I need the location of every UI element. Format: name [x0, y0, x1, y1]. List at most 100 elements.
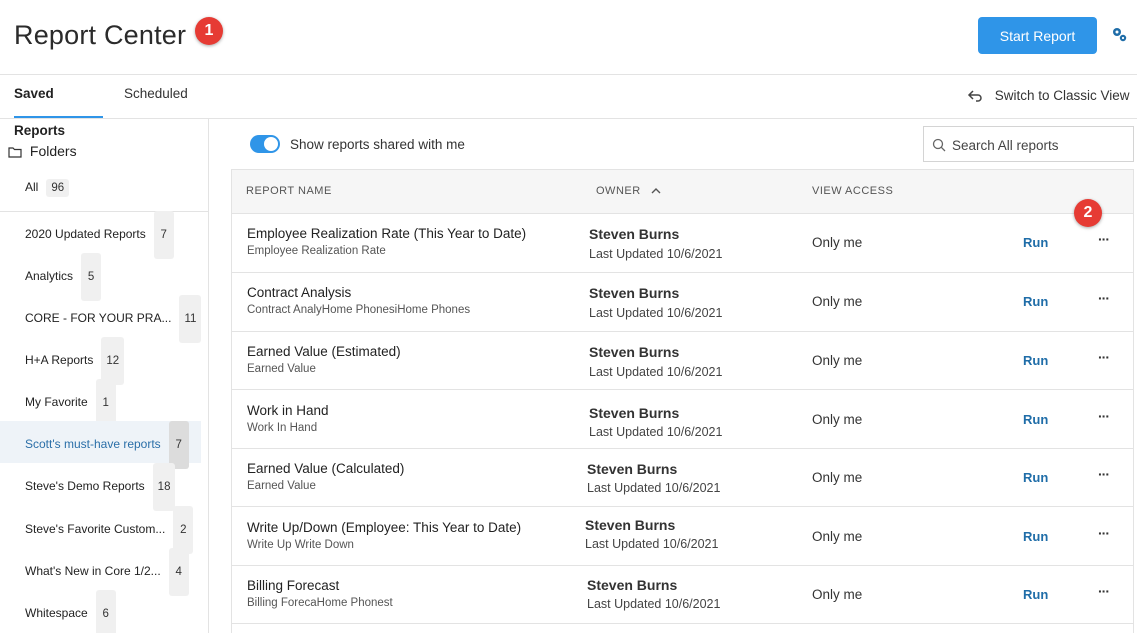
column-header-report-name[interactable]: REPORT NAME: [246, 185, 332, 197]
report-last-updated: Last Updated 10/6/2021: [589, 365, 723, 379]
report-view-access: Only me: [812, 353, 863, 368]
toggle-knob: [264, 137, 278, 151]
switch-to-classic-view-link[interactable]: Switch to Classic View: [967, 88, 1130, 103]
table-row[interactable]: Earned Value (Estimated) Earned Value St…: [232, 332, 1133, 390]
callout-badge-2: 2: [1074, 199, 1102, 227]
report-subtitle: Employee Realization Rate: [247, 245, 386, 257]
switch-view-label: Switch to Classic View: [994, 88, 1130, 103]
undo-arrow-icon: [967, 88, 995, 103]
folder-item[interactable]: CORE - FOR YOUR PRA... 11: [0, 295, 202, 343]
report-owner: Steven Burns: [589, 226, 680, 242]
report-subtitle: Billing ForecaHome Phonest: [247, 597, 393, 609]
run-button[interactable]: Run: [1023, 294, 1048, 309]
show-shared-toggle[interactable]: [250, 135, 280, 153]
reports-table: REPORT NAME OWNER VIEW ACCESS Employee R…: [231, 169, 1134, 633]
folder-count: 4: [168, 548, 189, 596]
folder-label: Analytics: [25, 269, 74, 283]
folder-count: 1: [95, 379, 116, 427]
owner-header-label: OWNER: [596, 185, 641, 197]
folder-all[interactable]: All 96: [25, 179, 70, 197]
more-options-icon[interactable]: ···: [1098, 466, 1110, 482]
folder-label: Steve's Demo Reports: [25, 479, 145, 493]
run-button[interactable]: Run: [1023, 470, 1048, 485]
more-options-icon[interactable]: ···: [1098, 290, 1110, 306]
folder-label: Scott's must-have reports: [25, 437, 161, 451]
folder-item[interactable]: H+A Reports 12: [0, 337, 201, 385]
report-name[interactable]: Billing Forecast: [247, 578, 339, 593]
page-title: Report Center: [14, 20, 187, 50]
folder-item[interactable]: My Favorite 1: [0, 379, 201, 427]
page-header: Report Center 1 Start Report: [0, 0, 1137, 75]
folder-label: H+A Reports: [25, 353, 94, 367]
show-shared-label: Show reports shared with me: [290, 137, 465, 152]
report-subtitle: Earned Value: [247, 480, 316, 492]
sort-ascending-icon: [641, 185, 661, 197]
start-report-button[interactable]: Start Report: [978, 17, 1097, 54]
table-row[interactable]: Contract Analysis Contract AnalyHome Pho…: [232, 273, 1133, 332]
report-view-access: Only me: [812, 470, 863, 485]
table-row[interactable]: Write Up/Down (Employee: This Year to Da…: [232, 507, 1133, 566]
folder-count: 96: [46, 179, 70, 197]
table-row[interactable]: Work in Hand Work In Hand Steven Burns L…: [232, 390, 1133, 449]
folder-item-selected[interactable]: Scott's must-have reports 7: [0, 421, 201, 469]
more-options-icon[interactable]: ···: [1098, 231, 1110, 247]
folder-label: Steve's Favorite Custom...: [25, 522, 166, 536]
folder-count: 2: [173, 506, 194, 554]
folder-item[interactable]: Whitespace 6: [0, 590, 201, 633]
report-view-access: Only me: [812, 587, 863, 602]
table-row[interactable]: Billing Forecast Billing ForecaHome Phon…: [232, 566, 1133, 624]
report-name[interactable]: Write Up/Down (Employee: This Year to Da…: [247, 520, 521, 535]
more-options-icon[interactable]: ···: [1098, 349, 1110, 365]
report-name[interactable]: Earned Value (Estimated): [247, 344, 401, 359]
gear-icon[interactable]: [1110, 26, 1128, 44]
tab-bar: Saved Reports Scheduled Switch to Classi…: [0, 75, 1137, 138]
more-options-icon[interactable]: ···: [1098, 583, 1110, 599]
report-owner: Steven Burns: [589, 285, 680, 301]
report-owner: Steven Burns: [589, 344, 680, 360]
folder-count: 7: [168, 421, 189, 469]
search-input[interactable]: [952, 135, 1127, 155]
table-row[interactable]: Employee Realization Rate (This Year to …: [232, 214, 1133, 273]
folder-item[interactable]: What's New in Core 1/2... 4: [0, 548, 201, 596]
report-last-updated: Last Updated 10/6/2021: [589, 425, 723, 439]
folders-header: Folders: [8, 143, 77, 159]
folder-label: 2020 Updated Reports: [25, 227, 146, 241]
report-owner: Steven Burns: [585, 517, 676, 533]
folder-count: 11: [179, 295, 202, 343]
report-name[interactable]: Employee Realization Rate (This Year to …: [247, 226, 526, 241]
folder-count: 12: [101, 337, 125, 385]
report-subtitle: Write Up Write Down: [247, 539, 354, 551]
table-header: REPORT NAME OWNER VIEW ACCESS: [232, 170, 1133, 214]
folder-count: 7: [153, 211, 174, 259]
report-subtitle: Work In Hand: [247, 422, 318, 434]
search-box[interactable]: [923, 126, 1134, 162]
run-button[interactable]: Run: [1023, 587, 1048, 602]
folder-label: What's New in Core 1/2...: [25, 564, 161, 578]
column-header-owner[interactable]: OWNER: [596, 185, 661, 197]
run-button[interactable]: Run: [1023, 353, 1048, 368]
folder-item[interactable]: Steve's Favorite Custom... 2: [0, 506, 201, 554]
report-name[interactable]: Work in Hand: [247, 403, 329, 418]
table-row[interactable]: Earned Value (Calculated) Earned Value S…: [232, 449, 1133, 507]
run-button[interactable]: Run: [1023, 412, 1048, 427]
column-header-view-access: VIEW ACCESS: [812, 185, 894, 197]
folder-item[interactable]: 2020 Updated Reports 7: [0, 211, 201, 259]
report-name[interactable]: Earned Value (Calculated): [247, 461, 404, 476]
folder-label: Whitespace: [25, 606, 88, 620]
folder-item[interactable]: Steve's Demo Reports 18: [0, 463, 201, 511]
more-options-icon[interactable]: ···: [1098, 408, 1110, 424]
run-button[interactable]: Run: [1023, 529, 1048, 544]
tab-saved-reports[interactable]: Saved Reports: [14, 75, 103, 138]
report-owner: Steven Burns: [587, 461, 678, 477]
report-owner: Steven Burns: [589, 405, 680, 421]
report-name[interactable]: Contract Analysis: [247, 285, 351, 300]
folder-icon: [8, 143, 30, 159]
report-view-access: Only me: [812, 294, 863, 309]
callout-badge-1: 1: [195, 17, 223, 45]
more-options-icon[interactable]: ···: [1098, 525, 1110, 541]
tab-scheduled[interactable]: Scheduled: [124, 75, 188, 118]
report-view-access: Only me: [812, 412, 863, 427]
folder-item[interactable]: Analytics 5: [0, 253, 201, 301]
report-view-access: Only me: [812, 235, 863, 250]
run-button[interactable]: Run: [1023, 235, 1048, 250]
